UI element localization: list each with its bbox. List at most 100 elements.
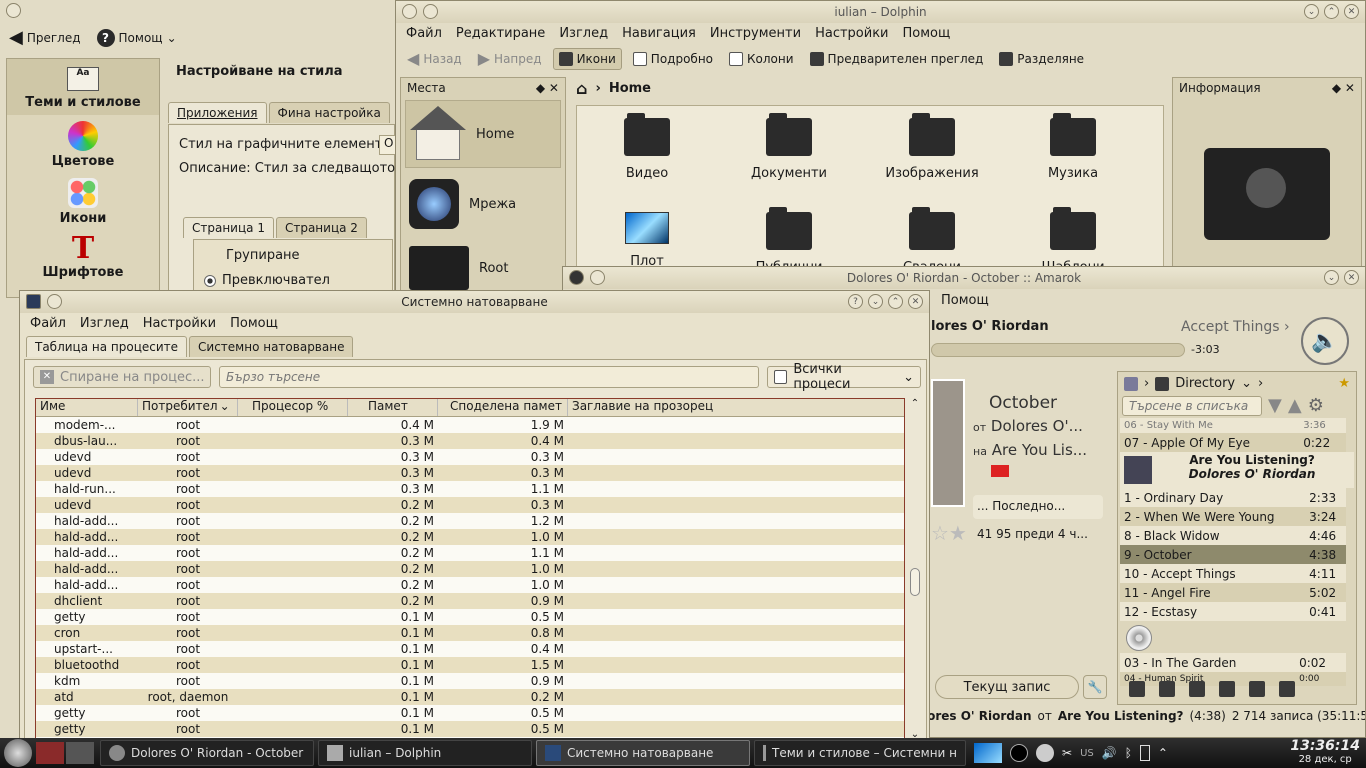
table-row[interactable]: getty root 0.1 M 0.5 M xyxy=(36,721,904,737)
quick-search-input[interactable]: Бързо търсене xyxy=(219,366,759,388)
arrow-down-icon[interactable]: ▼ xyxy=(1268,395,1282,416)
system-monitor-titlebar[interactable]: Системно натоварване ? ⌄ ⌃ ✕ xyxy=(20,291,929,313)
sysmon-window-icon[interactable] xyxy=(26,294,41,309)
details-view-button[interactable]: Подробно xyxy=(628,49,718,69)
notifications-icon[interactable]: ⌃ xyxy=(1158,746,1168,760)
window-menu-button[interactable] xyxy=(6,3,21,18)
table-row[interactable]: udevd root 0.3 M 0.3 M xyxy=(36,449,904,465)
table-row[interactable]: hald-add... root 0.2 M 1.0 M xyxy=(36,577,904,593)
volume-icon[interactable]: 🔊 xyxy=(1102,746,1117,760)
table-row[interactable]: bluetoothd root 0.1 M 1.5 M xyxy=(36,657,904,673)
table-row[interactable]: hald-run... root 0.3 M 1.1 M xyxy=(36,481,904,497)
column-memory[interactable]: Памет xyxy=(348,399,438,416)
redo-icon[interactable] xyxy=(1219,681,1235,697)
vertical-scrollbar[interactable]: ⌃ ⌄ xyxy=(909,398,921,740)
sysmon-sticky-button[interactable] xyxy=(47,294,62,309)
close-button[interactable]: ✕ xyxy=(1344,270,1359,285)
sidebar-item-colors[interactable]: Цветове xyxy=(7,115,159,172)
table-row[interactable]: udevd root 0.2 M 0.3 M xyxy=(36,497,904,513)
next-track-label[interactable]: Accept Things › xyxy=(1181,319,1290,335)
save-playlist-icon[interactable] xyxy=(1159,681,1175,697)
directory-dropdown[interactable]: Directory xyxy=(1175,376,1235,391)
folder-item[interactable]: Плот xyxy=(597,212,697,269)
rating-stars[interactable]: ☆★ xyxy=(931,521,967,545)
maximize-button[interactable]: ⌃ xyxy=(888,294,903,309)
help-button[interactable]: ? Помощ ⌄ xyxy=(92,26,182,50)
desktop-preview-icon[interactable] xyxy=(974,743,1002,763)
sidebar-item-icons[interactable]: Икони xyxy=(7,172,159,229)
icons-view-button[interactable]: Икони xyxy=(552,47,622,70)
amarok-titlebar[interactable]: Dolores O' Riordan - October :: Amarok ⌄… xyxy=(563,267,1365,289)
playlist-row[interactable]: 1 - Ordinary Day 2:33 xyxy=(1120,488,1346,507)
wrench-icon[interactable]: 🔧 xyxy=(1083,675,1107,699)
maximize-button[interactable]: ⌃ xyxy=(1324,4,1339,19)
scroll-up-icon[interactable]: ⌃ xyxy=(909,398,921,409)
task-amarok[interactable]: Dolores O' Riordan - October xyxy=(100,740,314,766)
add-star-icon[interactable]: ★ xyxy=(1338,376,1350,391)
column-window-title[interactable]: Заглавие на прозорец xyxy=(568,399,713,416)
info-icon[interactable] xyxy=(1010,744,1028,762)
minimize-button[interactable]: ⌄ xyxy=(1324,270,1339,285)
amarok-menu-help[interactable]: Помощ xyxy=(941,293,989,308)
menu-tools[interactable]: Инструменти xyxy=(710,26,801,41)
layout-icon[interactable] xyxy=(1279,681,1295,697)
task-dolphin[interactable]: iulian – Dolphin xyxy=(318,740,532,766)
table-row[interactable]: getty root 0.1 M 0.5 M xyxy=(36,609,904,625)
playlist-row[interactable]: 06 - Stay With Me 3:36 xyxy=(1120,418,1346,433)
subtab-page-1[interactable]: Страница 1 xyxy=(183,217,274,238)
collection-icon[interactable] xyxy=(1124,376,1138,391)
menu-navigation[interactable]: Навигация xyxy=(622,26,696,41)
toggle-radio[interactable]: Превключвател xyxy=(194,263,392,288)
panel-close-icon[interactable]: ◆ ✕ xyxy=(1332,81,1355,95)
table-row[interactable]: atd root, daemon 0.1 M 0.2 M xyxy=(36,689,904,705)
folder-item[interactable]: Изображения xyxy=(877,113,987,181)
folder-item[interactable]: Музика xyxy=(1023,113,1123,181)
table-row[interactable]: upstart-... root 0.1 M 0.4 M xyxy=(36,641,904,657)
playlist-row[interactable]: 8 - Black Widow 4:46 xyxy=(1120,526,1346,545)
playlist-row[interactable]: 07 - Apple Of My Eye 0:22 xyxy=(1120,433,1346,452)
place-root[interactable]: Root xyxy=(401,238,565,298)
playlist-row[interactable]: 03 - In The Garden 0:02 xyxy=(1120,653,1346,672)
widget-style-select[interactable]: О xyxy=(379,135,395,155)
minimize-button[interactable]: ⌄ xyxy=(1304,4,1319,19)
table-row[interactable]: modem-... root 0.4 M 1.9 M xyxy=(36,417,904,433)
table-row[interactable]: udevd root 0.3 M 0.3 M xyxy=(36,465,904,481)
folder-item[interactable]: Документи xyxy=(739,113,839,181)
place-network[interactable]: Мрежа xyxy=(401,170,565,238)
amarok-window-icon[interactable] xyxy=(569,270,584,285)
playlist-row[interactable]: 2 - When We Were Young 3:24 xyxy=(1120,507,1346,526)
album-group-header[interactable]: Are You Listening? Dolores O' Riordan xyxy=(1120,452,1354,488)
tab-system-load[interactable]: Системно натоварване xyxy=(189,336,354,357)
subtab-page-2[interactable]: Страница 2 xyxy=(275,217,367,238)
export-icon[interactable] xyxy=(1249,681,1265,697)
playlist-row[interactable]: 11 - Angel Fire 5:02 xyxy=(1120,583,1346,602)
clock[interactable]: 13:36:14 28 дек, ср xyxy=(1290,739,1360,766)
menu-view[interactable]: Изглед xyxy=(559,26,608,41)
task-system-monitor[interactable]: Системно натоварване xyxy=(536,740,750,766)
sidebar-item-fonts[interactable]: T Шрифтове xyxy=(7,229,159,286)
undo-icon[interactable] xyxy=(1189,681,1205,697)
current-track-button[interactable]: Текущ запис xyxy=(935,675,1079,699)
table-row[interactable]: getty root 0.1 M 0.5 M xyxy=(36,705,904,721)
column-shared[interactable]: Споделена памет xyxy=(438,399,568,416)
overview-button[interactable]: ◀ Преглед xyxy=(4,24,86,51)
forward-button[interactable]: ▶ Напред xyxy=(473,46,547,71)
close-button[interactable]: ✕ xyxy=(908,294,923,309)
kde-menu-icon[interactable] xyxy=(4,739,32,767)
column-name[interactable]: Име xyxy=(36,399,138,416)
help-button[interactable]: ? xyxy=(848,294,863,309)
place-home[interactable]: Home xyxy=(405,100,561,168)
menu-settings[interactable]: Настройки xyxy=(143,316,216,331)
dolphin-titlebar[interactable]: iulian – Dolphin ⌄ ⌃ ✕ xyxy=(396,1,1365,23)
progress-bar[interactable] xyxy=(931,343,1185,357)
menu-file[interactable]: Файл xyxy=(30,316,66,331)
menu-settings[interactable]: Настройки xyxy=(815,26,888,41)
table-row[interactable]: dhclient root 0.2 M 0.9 M xyxy=(36,593,904,609)
playlist-search-input[interactable]: Търсене в списъка xyxy=(1122,395,1262,416)
desktop-pager[interactable] xyxy=(36,742,94,764)
breadcrumb[interactable]: ⌂ › Home xyxy=(576,79,651,98)
folder-item[interactable]: Видео xyxy=(597,113,697,181)
kill-process-button[interactable]: ✕ Спиране на процес... xyxy=(33,366,211,388)
panel-close-icon[interactable]: ◆ ✕ xyxy=(536,81,559,95)
menu-edit[interactable]: Редактиране xyxy=(456,26,545,41)
